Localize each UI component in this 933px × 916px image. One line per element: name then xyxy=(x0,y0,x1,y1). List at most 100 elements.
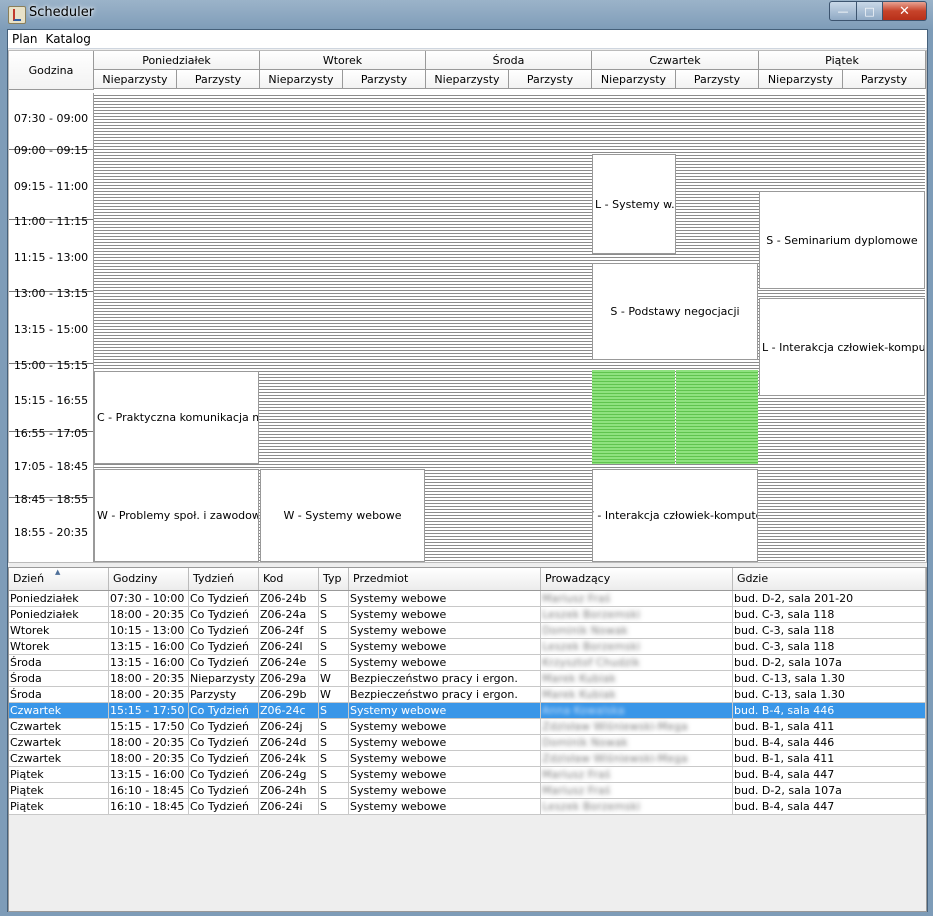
java-app-icon xyxy=(8,6,26,24)
table-row[interactable]: Czwartek 15:15 - 17:50 Co Tydzień Z06-24j S S… xyxy=(9,719,926,735)
cell-day: Wtorek xyxy=(9,623,109,638)
event-block[interactable]: W - Systemy webowe xyxy=(260,469,425,562)
event-block[interactable]: W - Interakcja człowiek-komputer xyxy=(592,469,758,562)
cell-hours: 16:10 - 18:45 xyxy=(109,783,189,798)
close-button[interactable]: ✕ xyxy=(883,1,927,21)
cell-hours: 18:00 - 20:35 xyxy=(109,671,189,686)
time-slot-label: 07:30 - 09:00 xyxy=(13,112,89,125)
table-row[interactable]: Środa 18:00 - 20:35 Parzysty Z06-29b W Bezpie… xyxy=(9,687,926,703)
cell-group-code: Z06-24k xyxy=(259,751,319,766)
table-row[interactable]: Wtorek 10:15 - 13:00 Co Tydzień Z06-24f S Sys… xyxy=(9,623,926,639)
cell-location: bud. C-3, sala 118 xyxy=(733,639,926,654)
cell-day: Wtorek xyxy=(9,639,109,654)
table-row[interactable]: Środa 18:00 - 20:35 Nieparzysty Z06-29a W Bez… xyxy=(9,671,926,687)
event-block[interactable]: C - Praktyczna komunikacja mię... xyxy=(94,371,259,464)
cell-type: S xyxy=(319,751,349,766)
menu-katalog[interactable]: Katalog xyxy=(42,30,95,48)
column-header-type[interactable]: Typ xyxy=(319,568,349,590)
table-row[interactable]: Piątek 16:10 - 18:45 Co Tydzień Z06-24h S Sys… xyxy=(9,783,926,799)
column-header-subject[interactable]: Przedmiot xyxy=(349,568,541,590)
cell-subject: Systemy webowe xyxy=(349,623,541,638)
table-row[interactable]: Poniedziałek 07:30 - 10:00 Co Tydzień Z06-2… xyxy=(9,591,926,607)
cell-lecturer: Leszek Borzemski xyxy=(541,639,733,654)
column-header-week[interactable]: Tydzień xyxy=(189,568,259,590)
cell-subject: Systemy webowe xyxy=(349,655,541,670)
cell-hours: 16:10 - 18:45 xyxy=(109,799,189,814)
table-row[interactable]: Piątek 16:10 - 18:45 Co Tydzień Z06-24i S Sys… xyxy=(9,799,926,815)
day-header-friday: Piątek xyxy=(759,51,926,70)
cell-type: S xyxy=(319,783,349,798)
cell-hours: 18:00 - 20:35 xyxy=(109,687,189,702)
cell-lecturer: Krzysztof Chudzik xyxy=(541,655,733,670)
cell-location: bud. D-2, sala 107a xyxy=(733,783,926,798)
time-slot-label: 13:00 - 13:15 xyxy=(13,287,89,300)
time-slot-label: 11:15 - 13:00 xyxy=(13,251,89,264)
event-block[interactable]: L - Interakcja człowiek-komputer xyxy=(759,298,925,396)
cell-location: bud. B-4, sala 447 xyxy=(733,799,926,814)
cell-group-code: Z06-24b xyxy=(259,591,319,606)
event-block[interactable]: S - Podstawy negocjacji xyxy=(592,263,758,360)
cell-group-code: Z06-24f xyxy=(259,623,319,638)
table-row[interactable]: Czwartek 15:15 - 17:50 Co Tydzień Z06-24c S S… xyxy=(9,703,926,719)
schedule-grid: Godzina Poniedziałek Wtorek Środa Czwart… xyxy=(8,50,927,563)
cell-week: Parzysty xyxy=(189,687,259,702)
cell-group-code: Z06-24l xyxy=(259,639,319,654)
week-header-wednesday-even: Parzysty xyxy=(509,70,592,89)
window-title: Scheduler xyxy=(29,5,95,20)
free-slot-highlight-even[interactable] xyxy=(676,370,758,464)
cell-lecturer: Mariusz Fraś xyxy=(541,767,733,782)
time-slot-label: 15:00 - 15:15 xyxy=(13,359,89,372)
column-header-day[interactable]: ▲ Dzień xyxy=(9,568,109,590)
maximize-button[interactable]: □ xyxy=(857,1,883,21)
event-block[interactable]: L - Systemy w... xyxy=(592,154,676,254)
cell-group-code: Z06-29a xyxy=(259,671,319,686)
minimize-button[interactable]: — xyxy=(829,1,857,21)
table-row[interactable]: Poniedziałek 18:00 - 20:35 Co Tydzień Z06-2… xyxy=(9,607,926,623)
free-slot-highlight-odd[interactable] xyxy=(592,370,675,464)
table-row[interactable]: Wtorek 13:15 - 16:00 Co Tydzień Z06-24l S Sys… xyxy=(9,639,926,655)
time-column: 07:30 - 09:00 09:00 - 09:15 09:15 - 11:0… xyxy=(9,93,94,562)
cell-group-code: Z06-24a xyxy=(259,607,319,622)
time-slot-label: 18:45 - 18:55 xyxy=(13,493,89,506)
table-row[interactable]: Środa 13:15 - 16:00 Co Tydzień Z06-24e S Syst… xyxy=(9,655,926,671)
cell-group-code: Z06-29b xyxy=(259,687,319,702)
time-slot-label: 16:55 - 17:05 xyxy=(13,427,89,440)
title-bar[interactable]: Scheduler — □ ✕ xyxy=(0,0,933,28)
hour-column-header: Godzina xyxy=(9,51,94,90)
cell-location: bud. B-4, sala 446 xyxy=(733,703,926,718)
cell-subject: Bezpieczeństwo pracy i ergon. xyxy=(349,687,541,702)
cell-subject: Systemy webowe xyxy=(349,783,541,798)
column-header-location[interactable]: Gdzie xyxy=(733,568,926,590)
cell-day: Czwartek xyxy=(9,751,109,766)
table-row[interactable]: Piątek 13:15 - 16:00 Co Tydzień Z06-24g S Sys… xyxy=(9,767,926,783)
table-row[interactable]: Czwartek 18:00 - 20:35 Co Tydzień Z06-24k S S… xyxy=(9,751,926,767)
cell-lecturer: Marek Kubiak xyxy=(541,671,733,686)
event-block[interactable]: S - Seminarium dyplomowe xyxy=(759,191,925,289)
cell-day: Piątek xyxy=(9,783,109,798)
column-header-lecturer[interactable]: Prowadzący xyxy=(541,568,733,590)
column-header-group-code[interactable]: Kod Grupy xyxy=(259,568,319,607)
event-block[interactable]: W - Problemy społ. i zawodowe... xyxy=(94,469,259,562)
menu-plan[interactable]: Plan xyxy=(8,30,42,48)
cell-subject: Systemy webowe xyxy=(349,639,541,654)
cell-week: Nieparzysty xyxy=(189,671,259,686)
day-header-monday: Poniedziałek xyxy=(94,51,260,70)
cell-subject: Systemy webowe xyxy=(349,607,541,622)
table-row[interactable]: Czwartek 18:00 - 20:35 Co Tydzień Z06-24d S S… xyxy=(9,735,926,751)
cell-day: Czwartek xyxy=(9,719,109,734)
column-header-hours[interactable]: Godziny xyxy=(109,568,189,590)
cell-hours: 07:30 - 10:00 xyxy=(109,591,189,606)
week-header-friday-even: Parzysty xyxy=(843,70,926,89)
cell-hours: 15:15 - 17:50 xyxy=(109,719,189,734)
cell-location: bud. B-4, sala 447 xyxy=(733,767,926,782)
cell-group-code: Z06-24h xyxy=(259,783,319,798)
cell-type: S xyxy=(319,623,349,638)
cell-subject: Systemy webowe xyxy=(349,751,541,766)
cell-week: Co Tydzień xyxy=(189,783,259,798)
cell-lecturer: Leszek Borzemski xyxy=(541,607,733,622)
cell-day: Poniedziałek xyxy=(9,591,109,606)
cell-week: Co Tydzień xyxy=(189,655,259,670)
time-slot-label: 09:00 - 09:15 xyxy=(13,144,89,157)
sort-ascending-icon: ▲ xyxy=(55,568,61,576)
cell-type: S xyxy=(319,703,349,718)
